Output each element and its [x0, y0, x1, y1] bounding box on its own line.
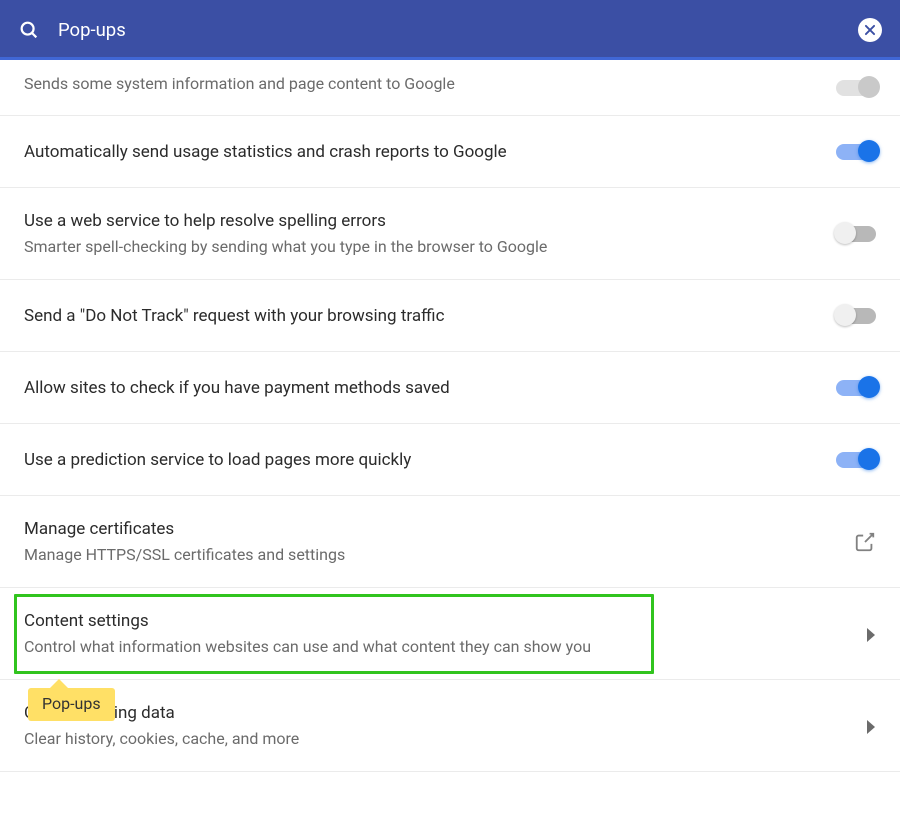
setting-text: Clear browsing data Clear history, cooki… — [24, 687, 846, 764]
setting-control — [836, 452, 876, 468]
close-button[interactable] — [858, 18, 882, 42]
setting-clear-data[interactable]: Clear browsing data Clear history, cooki… — [0, 680, 900, 772]
setting-title: Content settings — [24, 611, 846, 631]
setting-control — [836, 80, 876, 96]
toggle-usage-stats[interactable] — [836, 144, 876, 160]
setting-text: Send a "Do Not Track" request with your … — [24, 290, 816, 342]
setting-spelling: Use a web service to help resolve spelli… — [0, 188, 900, 280]
setting-control — [836, 308, 876, 324]
setting-title: Automatically send usage statistics and … — [24, 142, 816, 162]
setting-certificates[interactable]: Manage certificates Manage HTTPS/SSL cer… — [0, 496, 900, 588]
setting-text: Manage certificates Manage HTTPS/SSL cer… — [24, 503, 834, 580]
chevron-right-icon — [866, 719, 876, 733]
setting-title: Use a prediction service to load pages m… — [24, 450, 816, 470]
header-bar: Pop-ups — [0, 0, 900, 60]
setting-text: Allow sites to check if you have payment… — [24, 362, 816, 414]
setting-text: Automatically send usage statistics and … — [24, 126, 816, 178]
setting-text: Use a prediction service to load pages m… — [24, 434, 816, 486]
external-link-icon — [854, 531, 876, 553]
toggle-spelling[interactable] — [836, 226, 876, 242]
setting-title: Send a "Do Not Track" request with your … — [24, 306, 816, 326]
setting-content-settings[interactable]: Content settings Control what informatio… — [0, 588, 900, 680]
setting-payment: Allow sites to check if you have payment… — [0, 352, 900, 424]
setting-control — [866, 627, 876, 641]
setting-title: Manage certificates — [24, 519, 834, 539]
callout-text: Pop-ups — [42, 694, 101, 713]
setting-control — [836, 144, 876, 160]
setting-usage-stats: Automatically send usage statistics and … — [0, 116, 900, 188]
setting-control — [866, 719, 876, 733]
setting-dnt: Send a "Do Not Track" request with your … — [0, 280, 900, 352]
setting-title: Clear browsing data — [24, 703, 846, 723]
setting-control — [836, 380, 876, 396]
settings-list: Sends some system information and page c… — [0, 60, 900, 772]
setting-text: Sends some system information and page c… — [24, 66, 816, 109]
toggle-payment[interactable] — [836, 380, 876, 396]
setting-title: Use a web service to help resolve spelli… — [24, 211, 816, 231]
setting-control — [836, 226, 876, 242]
setting-subtitle: Smarter spell-checking by sending what y… — [24, 237, 816, 256]
setting-title: Allow sites to check if you have payment… — [24, 378, 816, 398]
setting-text: Content settings Control what informatio… — [24, 595, 846, 672]
setting-system-info: Sends some system information and page c… — [0, 60, 900, 116]
setting-prediction: Use a prediction service to load pages m… — [0, 424, 900, 496]
setting-subtitle: Clear history, cookies, cache, and more — [24, 729, 846, 748]
toggle-prediction[interactable] — [836, 452, 876, 468]
toggle-dnt[interactable] — [836, 308, 876, 324]
chevron-right-icon — [866, 627, 876, 641]
toggle-system-info[interactable] — [836, 80, 876, 96]
setting-subtitle: Manage HTTPS/SSL certificates and settin… — [24, 545, 834, 564]
setting-subtitle: Control what information websites can us… — [24, 637, 846, 656]
setting-subtitle: Sends some system information and page c… — [24, 74, 816, 93]
setting-text: Use a web service to help resolve spelli… — [24, 195, 816, 272]
setting-control — [854, 531, 876, 553]
callout-tooltip: Pop-ups — [28, 688, 115, 721]
search-icon[interactable] — [18, 19, 40, 41]
page-title: Pop-ups — [58, 19, 858, 41]
